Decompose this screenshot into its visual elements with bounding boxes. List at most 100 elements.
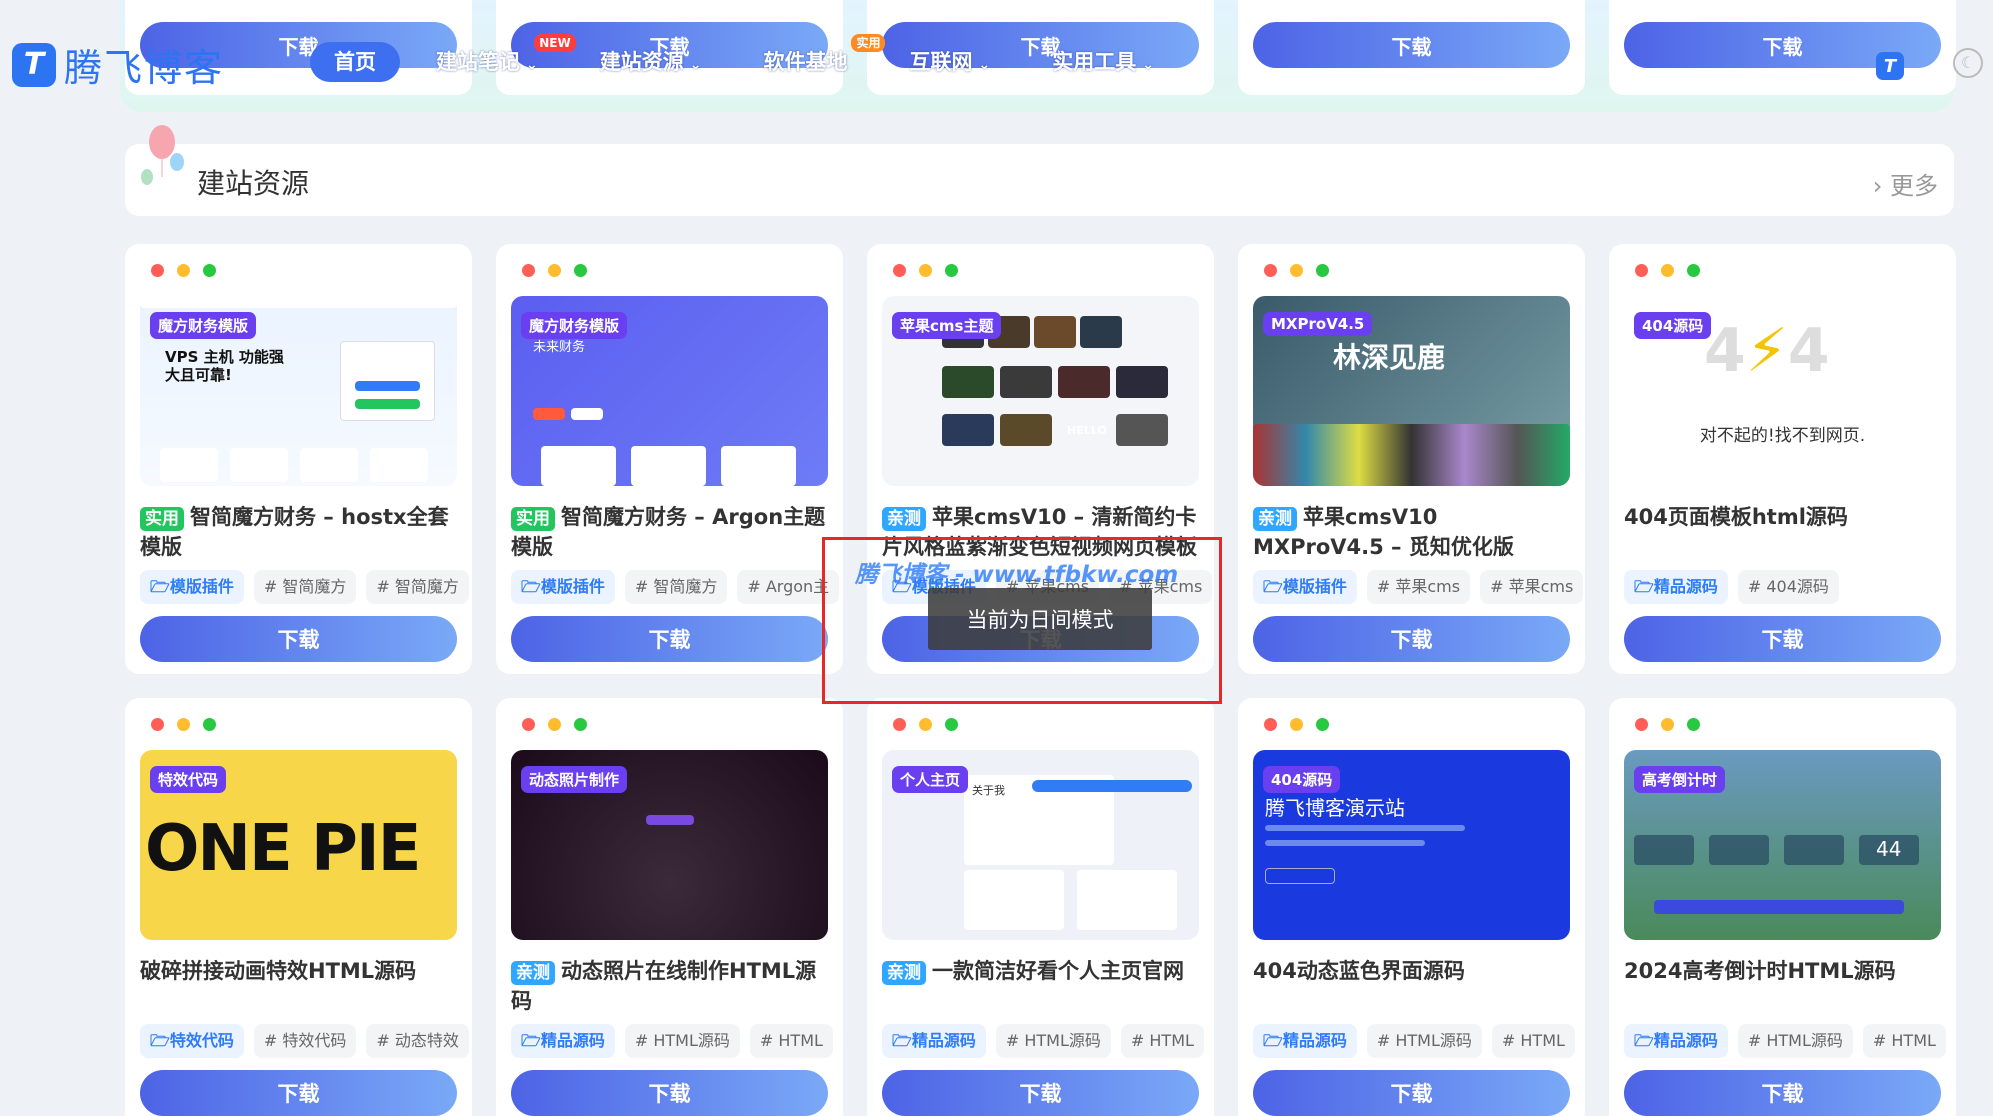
download-button[interactable]: 下载 [1253, 616, 1570, 662]
download-button[interactable]: 下载 [140, 616, 457, 662]
dark-mode-toggle-icon[interactable]: ☾ [1953, 48, 1983, 78]
thumb-text: 44 [1876, 837, 1902, 861]
download-button[interactable]: 下载 [1624, 616, 1941, 662]
nav-notes[interactable]: 建站笔记 ⌄ NEW [410, 34, 576, 82]
title-text: 404页面模板html源码 [1624, 505, 1848, 529]
card-title[interactable]: 2024高考倒计时HTML源码 [1624, 956, 1944, 986]
resource-card[interactable]: ONE PIE 特效代码 破碎拼接动画特效HTML源码 🗁特效代码 # 特效代码… [125, 698, 472, 1116]
more-link[interactable]: › 更多 [1873, 166, 1938, 201]
tag-label: 精品源码 [1653, 577, 1718, 596]
folder-icon: 🗁 [1634, 577, 1654, 596]
tag-link[interactable]: # 智简魔方 [624, 570, 728, 604]
category-link[interactable]: 🗁特效代码 [140, 1024, 244, 1058]
top-card: 下载 [1609, 0, 1956, 95]
resource-card[interactable]: 未来财务 魔方财务模版 实用 智简魔方财务 – Argon主题模版 🗁模版插件 #… [496, 244, 843, 674]
nav-home[interactable]: 首页 [310, 42, 400, 82]
download-button[interactable]: 下载 [140, 1070, 457, 1116]
resource-card[interactable]: VPS 主机 功能强大且可靠! 魔方财务模版 实用 智简魔方财务 – hostx全… [125, 244, 472, 674]
download-button[interactable]: 下载 [511, 616, 828, 662]
resource-card[interactable]: 关于我 个人主页 亲测 一款简洁好看个人主页官网 🗁精品源码 # HTML源码 #… [867, 698, 1214, 1116]
card-thumbnail[interactable]: 关于我 个人主页 [882, 750, 1199, 940]
category-link[interactable]: 🗁精品源码 [511, 1024, 615, 1058]
download-button[interactable]: 下载 [882, 1070, 1199, 1116]
tag-link[interactable]: # 特效代码 [253, 1024, 357, 1058]
resource-card[interactable]: 44 高考倒计时 2024高考倒计时HTML源码 🗁精品源码 # HTML源码 … [1609, 698, 1956, 1116]
nav-tools[interactable]: 实用工具 ⌄ [1026, 42, 1180, 82]
category-tag: 404源码 [1263, 766, 1341, 793]
card-title[interactable]: 破碎拼接动画特效HTML源码 [140, 956, 460, 986]
card-tags: 🗁模版插件 # 苹果cms # 苹果cms [1253, 570, 1585, 606]
title-badge: 实用 [511, 507, 555, 531]
thumb-text: VPS 主机 功能强大且可靠! [165, 348, 284, 384]
resource-card[interactable]: 林深见鹿 MXProV4.5 亲测 苹果cmsV10 MXProV4.5 – 觅知… [1238, 244, 1585, 674]
section-header: 建站资源 › 更多 [125, 125, 1954, 216]
card-title[interactable]: 实用 智简魔方财务 – hostx全套模版 [140, 502, 460, 562]
card-thumbnail[interactable]: HELLO 苹果cms主题 [882, 296, 1199, 486]
category-link[interactable]: 🗁模版插件 [511, 570, 615, 604]
tag-link[interactable]: # HTML [749, 1024, 833, 1058]
nav-software[interactable]: 软件基地 实用 [737, 34, 886, 82]
window-dots [522, 718, 587, 731]
card-thumbnail[interactable]: 腾飞博客演示站 404源码 [1253, 750, 1570, 940]
folder-icon: 🗁 [521, 1031, 541, 1050]
card-thumbnail[interactable]: ONE PIE 特效代码 [140, 750, 457, 940]
category-link[interactable]: 🗁模版插件 [140, 570, 244, 604]
card-tags: 🗁精品源码 # HTML源码 # HTML [882, 1024, 1214, 1060]
card-title[interactable]: 亲测 动态照片在线制作HTML源码 [511, 956, 831, 1016]
card-title[interactable]: 404页面模板html源码 [1624, 502, 1944, 532]
tag-label: 精品源码 [911, 1031, 976, 1050]
download-button[interactable]: 下载 [511, 1070, 828, 1116]
tag-label: 模版插件 [169, 577, 234, 596]
download-button[interactable]: 下载 [1624, 1070, 1941, 1116]
category-link[interactable]: 🗁精品源码 [1624, 1024, 1728, 1058]
card-title[interactable]: 404动态蓝色界面源码 [1253, 956, 1573, 986]
category-link[interactable]: 🗁模版插件 [1253, 570, 1357, 604]
site-logo[interactable]: T 腾飞博客 [12, 37, 224, 92]
floating-logo-icon[interactable]: T [1876, 52, 1904, 80]
tag-link[interactable]: # 智简魔方 [366, 570, 469, 604]
card-thumbnail[interactable]: 4⚡4 对不起的!找不到网页. 404源码 [1624, 296, 1941, 486]
category-link[interactable]: 🗁精品源码 [1253, 1024, 1357, 1058]
tag-link[interactable]: # HTML [1862, 1024, 1946, 1058]
card-thumbnail[interactable]: 林深见鹿 MXProV4.5 [1253, 296, 1570, 486]
nav-label: 软件基地 [763, 50, 848, 74]
tag-link[interactable]: # 404源码 [1737, 570, 1839, 604]
card-thumbnail[interactable]: 动态照片制作 [511, 750, 828, 940]
tag-link[interactable]: # 苹果cms [1366, 570, 1471, 604]
nav-label: 互联网 [909, 50, 973, 74]
tag-link[interactable]: # HTML源码 [995, 1024, 1111, 1058]
title-badge: 亲测 [1253, 507, 1297, 531]
tag-link[interactable]: # 智简魔方 [253, 570, 357, 604]
tag-link[interactable]: # 苹果cms [1480, 570, 1584, 604]
card-thumbnail[interactable]: VPS 主机 功能强大且可靠! 魔方财务模版 [140, 296, 457, 486]
chevron-right-icon: › [1872, 172, 1883, 200]
tag-link[interactable]: # HTML源码 [1737, 1024, 1853, 1058]
resource-card[interactable]: 腾飞博客演示站 404源码 404动态蓝色界面源码 🗁精品源码 # HTML源码… [1238, 698, 1585, 1116]
category-link[interactable]: 🗁精品源码 [1624, 570, 1728, 604]
card-title[interactable]: 实用 智简魔方财务 – Argon主题模版 [511, 502, 831, 562]
tag-link[interactable]: # HTML [1491, 1024, 1575, 1058]
category-link[interactable]: 🗁精品源码 [882, 1024, 986, 1058]
tag-link[interactable]: # HTML源码 [624, 1024, 740, 1058]
category-tag: 动态照片制作 [521, 766, 628, 793]
tag-link[interactable]: # HTML源码 [1366, 1024, 1482, 1058]
download-button[interactable]: 下载 [1253, 1070, 1570, 1116]
resource-card[interactable]: 动态照片制作 亲测 动态照片在线制作HTML源码 🗁精品源码 # HTML源码 #… [496, 698, 843, 1116]
tag-link[interactable]: # HTML [1120, 1024, 1204, 1058]
resource-card[interactable]: 4⚡4 对不起的!找不到网页. 404源码 404页面模板html源码 🗁精品源… [1609, 244, 1956, 674]
window-dots [1635, 718, 1700, 731]
tag-link[interactable]: # 动态特效 [366, 1024, 469, 1058]
chevron-down-icon: ⌄ [1142, 57, 1154, 73]
card-thumbnail[interactable]: 未来财务 魔方财务模版 [511, 296, 828, 486]
nav-label: 实用工具 [1052, 50, 1137, 74]
download-button[interactable]: 下载 [1253, 22, 1570, 68]
title-text: 智简魔方财务 – Argon主题模版 [511, 505, 826, 559]
nav-resources[interactable]: 建站资源 ⌄ [574, 42, 728, 82]
chevron-down-icon: ⌄ [689, 57, 702, 73]
window-dots [151, 718, 216, 731]
nav-internet[interactable]: 互联网 ⌄ [883, 42, 1016, 82]
card-title[interactable]: 亲测 一款简洁好看个人主页官网 [882, 956, 1202, 986]
category-tag: 魔方财务模版 [150, 312, 257, 339]
card-title[interactable]: 亲测 苹果cmsV10 MXProV4.5 – 觅知优化版 [1253, 502, 1573, 562]
card-thumbnail[interactable]: 44 高考倒计时 [1624, 750, 1941, 940]
